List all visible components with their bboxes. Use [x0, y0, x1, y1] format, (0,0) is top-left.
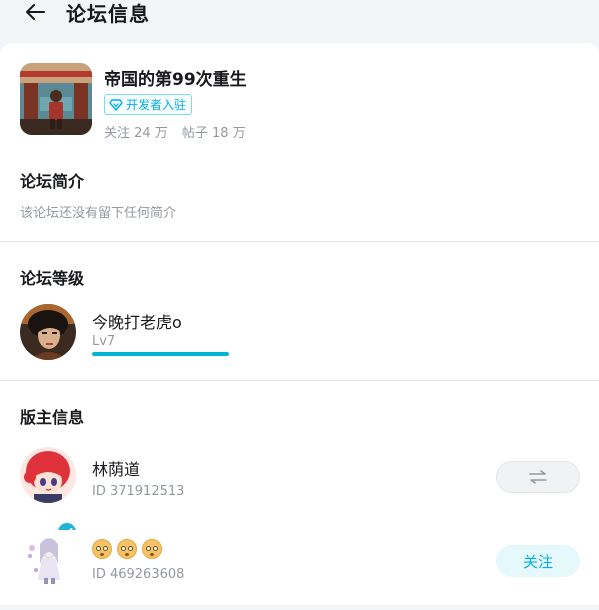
forum-stats: 关注 24 万 帖子 18 万 — [104, 122, 246, 141]
moderator-avatar[interactable] — [20, 447, 76, 503]
divider — [0, 241, 599, 242]
divider — [0, 380, 599, 381]
moderators-title: 版主信息 — [20, 408, 85, 427]
level-title: 论坛等级 — [20, 269, 85, 288]
flushed-face-icon — [117, 539, 137, 559]
top-bar: 论坛信息 — [0, 0, 599, 38]
developer-badge: 开发者入驻 — [104, 94, 193, 115]
forum-info-card: 帝国的第99次重生 开发者入驻 关注 24 万 帖子 18 万 论坛简介 该论坛… — [0, 43, 599, 605]
flushed-face-icon — [142, 539, 162, 559]
level-progress-fill — [92, 352, 229, 356]
follow-button[interactable]: 关注 — [496, 545, 580, 577]
diamond-heart-icon — [109, 98, 123, 111]
level-progress-bar — [92, 352, 229, 356]
intro-text: 该论坛还没有留下任何简介 — [20, 206, 177, 221]
moderator-name: 林荫道 — [92, 460, 141, 479]
followers-count: 关注 24 万 — [104, 126, 168, 141]
moderator-id: ID 469263608 — [92, 567, 185, 582]
switch-button[interactable] — [496, 461, 580, 493]
page-title: 论坛信息 — [66, 2, 150, 26]
forum-name: 帝国的第99次重生 — [104, 70, 247, 90]
forum-header: 帝国的第99次重生 开发者入驻 关注 24 万 帖子 18 万 — [20, 63, 580, 143]
developer-badge-label: 开发者入驻 — [126, 98, 187, 112]
arrow-left-icon — [26, 4, 45, 20]
swap-arrows-icon — [529, 470, 547, 484]
level-user-name: 今晚打老虎o — [92, 313, 182, 332]
intro-title: 论坛简介 — [20, 172, 85, 191]
forum-avatar — [20, 63, 92, 135]
moderator-name-emojis — [92, 539, 162, 559]
level-label: Lv7 — [92, 334, 116, 349]
flushed-face-icon — [92, 539, 112, 559]
back-button[interactable] — [22, 0, 48, 24]
moderator-id: ID 371912513 — [92, 484, 185, 499]
posts-count: 帖子 18 万 — [181, 126, 246, 141]
moderator-avatar[interactable] — [20, 530, 76, 586]
level-user-avatar[interactable] — [20, 304, 76, 360]
